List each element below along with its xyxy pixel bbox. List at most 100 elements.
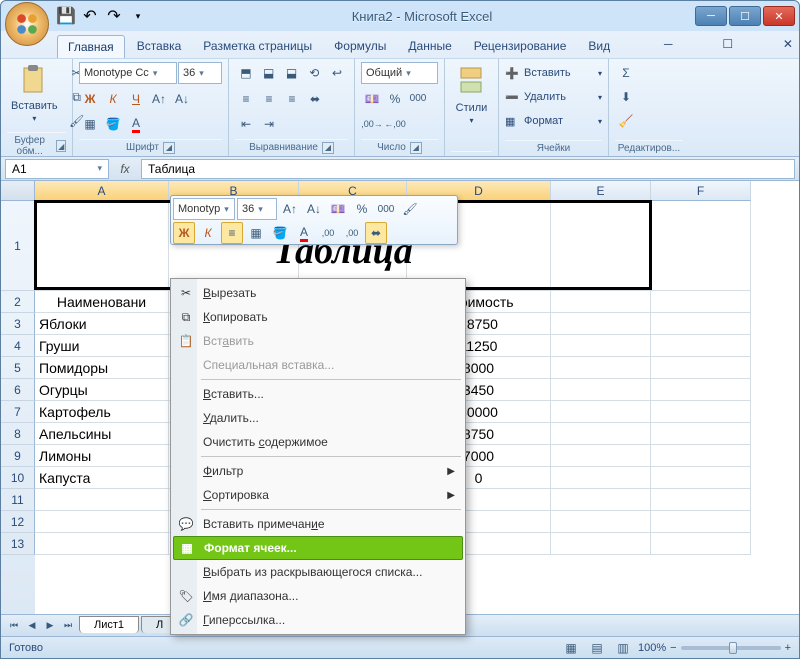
cell[interactable]: Яблоки — [35, 313, 169, 335]
row-header[interactable]: 2 — [1, 291, 35, 313]
minimize-button[interactable]: ─ — [695, 6, 727, 26]
mini-italic-button[interactable]: К — [197, 222, 219, 244]
cell[interactable] — [651, 489, 751, 511]
row-header[interactable]: 1 — [1, 201, 35, 291]
ribbon-tab[interactable]: Формулы — [324, 35, 396, 58]
view-layout-icon[interactable]: ▤ — [586, 637, 608, 659]
column-header[interactable]: E — [551, 181, 651, 201]
font-color-icon[interactable]: A — [125, 113, 147, 135]
nav-prev-icon[interactable]: ◀ — [23, 618, 41, 634]
ribbon-tab[interactable]: Разметка страницы — [193, 35, 322, 58]
styles-button[interactable]: Стили▾ — [451, 62, 492, 127]
cell[interactable] — [35, 201, 169, 291]
select-all-corner[interactable] — [1, 181, 35, 201]
percent-icon[interactable]: % — [384, 88, 406, 110]
wrap-text-icon[interactable]: ↩ — [326, 62, 348, 84]
delete-cells-button[interactable]: ➖Удалить▾ — [505, 86, 602, 108]
cell[interactable] — [651, 423, 751, 445]
cell[interactable] — [35, 489, 169, 511]
increase-decimal-icon[interactable]: ,00→ — [361, 113, 383, 135]
cell[interactable] — [551, 423, 651, 445]
decrease-decimal-icon[interactable]: ←,00 — [384, 113, 406, 135]
shrink-font-icon[interactable]: A↓ — [171, 88, 193, 110]
mini-grow-icon[interactable]: A↑ — [279, 198, 301, 220]
align-right-icon[interactable]: ≡ — [281, 88, 303, 110]
menu-item[interactable]: Очистить содержимое — [173, 430, 463, 454]
number-format-combo[interactable]: Общий▾ — [361, 62, 438, 84]
dialog-launcher-icon[interactable]: ◢ — [163, 142, 175, 154]
cell[interactable] — [651, 467, 751, 489]
cell[interactable] — [551, 533, 651, 555]
zoom-in-icon[interactable]: + — [785, 642, 791, 654]
cell[interactable]: Картофель — [35, 401, 169, 423]
comma-icon[interactable]: 000 — [407, 88, 429, 110]
sheet-tab[interactable]: Лист1 — [79, 616, 139, 633]
cell[interactable] — [551, 201, 651, 291]
name-box[interactable]: A1▾ — [5, 159, 109, 179]
cell[interactable] — [35, 533, 169, 555]
ribbon-tab[interactable]: Данные — [398, 35, 461, 58]
underline-button[interactable]: Ч — [125, 88, 147, 110]
format-cells-button[interactable]: ▦Формат▾ — [505, 110, 602, 132]
align-bottom-icon[interactable]: ⬓ — [281, 62, 303, 84]
row-header[interactable]: 10 — [1, 467, 35, 489]
align-middle-icon[interactable]: ⬓ — [258, 62, 280, 84]
cell[interactable]: Апельсины — [35, 423, 169, 445]
insert-cells-button[interactable]: ➕Вставить▾ — [505, 62, 602, 84]
cell[interactable] — [651, 335, 751, 357]
cell[interactable] — [551, 357, 651, 379]
mini-borders-icon[interactable]: ▦ — [245, 222, 267, 244]
menu-item[interactable]: Сортировка▶ — [173, 483, 463, 507]
menu-item[interactable]: Вставить... — [173, 382, 463, 406]
row-header[interactable]: 8 — [1, 423, 35, 445]
menu-item[interactable]: ▦Формат ячеек... — [173, 536, 463, 560]
font-name-combo[interactable]: Monotype Cc▾ — [79, 62, 177, 84]
align-top-icon[interactable]: ⬒ — [235, 62, 257, 84]
close-button[interactable]: ✕ — [763, 6, 795, 26]
zoom-thumb[interactable] — [729, 642, 737, 654]
menu-item[interactable]: Фильтр▶ — [173, 459, 463, 483]
cell[interactable]: Огурцы — [35, 379, 169, 401]
mini-shrink-icon[interactable]: A↓ — [303, 198, 325, 220]
row-header[interactable]: 11 — [1, 489, 35, 511]
row-header[interactable]: 5 — [1, 357, 35, 379]
nav-first-icon[interactable]: ⏮ — [5, 618, 23, 634]
clear-icon[interactable]: 🧹 — [615, 110, 637, 132]
mini-center-icon[interactable]: ≡ — [221, 222, 243, 244]
view-normal-icon[interactable]: ▦ — [560, 637, 582, 659]
merge-icon[interactable]: ⬌ — [304, 88, 326, 110]
dialog-launcher-icon[interactable]: ◢ — [322, 142, 334, 154]
row-header[interactable]: 9 — [1, 445, 35, 467]
cell[interactable] — [35, 511, 169, 533]
mini-bold-button[interactable]: Ж — [173, 222, 195, 244]
qat-dropdown-icon[interactable]: ▾ — [127, 5, 149, 27]
dialog-launcher-icon[interactable]: ◢ — [410, 142, 422, 154]
align-center-icon[interactable]: ≡ — [258, 88, 280, 110]
cell[interactable] — [551, 313, 651, 335]
ribbon-tab[interactable]: Вставка — [127, 35, 192, 58]
column-header[interactable]: F — [651, 181, 751, 201]
grow-font-icon[interactable]: A↑ — [148, 88, 170, 110]
cell[interactable]: Наименовани — [35, 291, 169, 313]
menu-item[interactable]: Выбрать из раскрывающегося списка... — [173, 560, 463, 584]
cell[interactable] — [551, 379, 651, 401]
mdi-restore-button[interactable]: ☐ — [716, 35, 739, 58]
mini-percent-icon[interactable]: % — [351, 198, 373, 220]
mini-dec-dec-icon[interactable]: ,00 — [341, 222, 363, 244]
fill-icon[interactable]: ⬇ — [615, 86, 637, 108]
office-button[interactable] — [5, 2, 49, 46]
menu-item[interactable]: 🔗Гиперссылка... — [173, 608, 463, 632]
cell[interactable]: Груши — [35, 335, 169, 357]
align-left-icon[interactable]: ≡ — [235, 88, 257, 110]
borders-icon[interactable]: ▦ — [79, 113, 101, 135]
bold-button[interactable]: Ж — [79, 88, 101, 110]
cell[interactable] — [651, 313, 751, 335]
cell[interactable] — [651, 379, 751, 401]
cell[interactable] — [651, 533, 751, 555]
mini-inc-dec-icon[interactable]: ,00 — [317, 222, 339, 244]
maximize-button[interactable]: ☐ — [729, 6, 761, 26]
cell[interactable] — [651, 291, 751, 313]
cell[interactable] — [651, 201, 751, 291]
cell[interactable] — [551, 401, 651, 423]
row-header[interactable]: 12 — [1, 511, 35, 533]
